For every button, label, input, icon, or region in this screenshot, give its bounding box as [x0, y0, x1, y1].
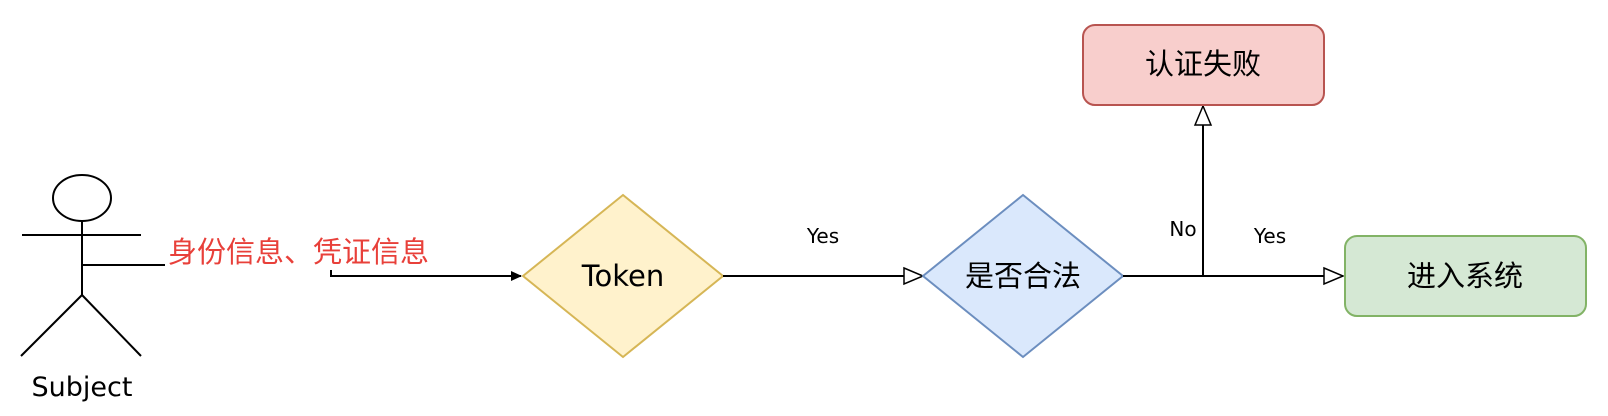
no-label: No [1169, 217, 1196, 241]
actor-label: Subject [32, 372, 133, 403]
credentials-label: 身份信息、凭证信息 [168, 235, 429, 269]
enter-system-label: 进入系统 [1407, 259, 1523, 293]
check-label: 是否合法 [965, 259, 1081, 293]
actor-right-leg [81, 294, 142, 357]
credentials-arrow [330, 270, 522, 281]
auth-fail-label: 认证失败 [1145, 47, 1261, 81]
token-label: Token [581, 259, 665, 293]
yes-label-1: Yes [806, 224, 839, 248]
flow-diagram: Subject 身份信息、凭证信息 Token Yes 是否合法 Yes No … [20, 24, 1587, 403]
actor-left-leg [20, 294, 83, 357]
yes-label-2: Yes [1253, 224, 1286, 248]
actor-head [52, 174, 112, 222]
